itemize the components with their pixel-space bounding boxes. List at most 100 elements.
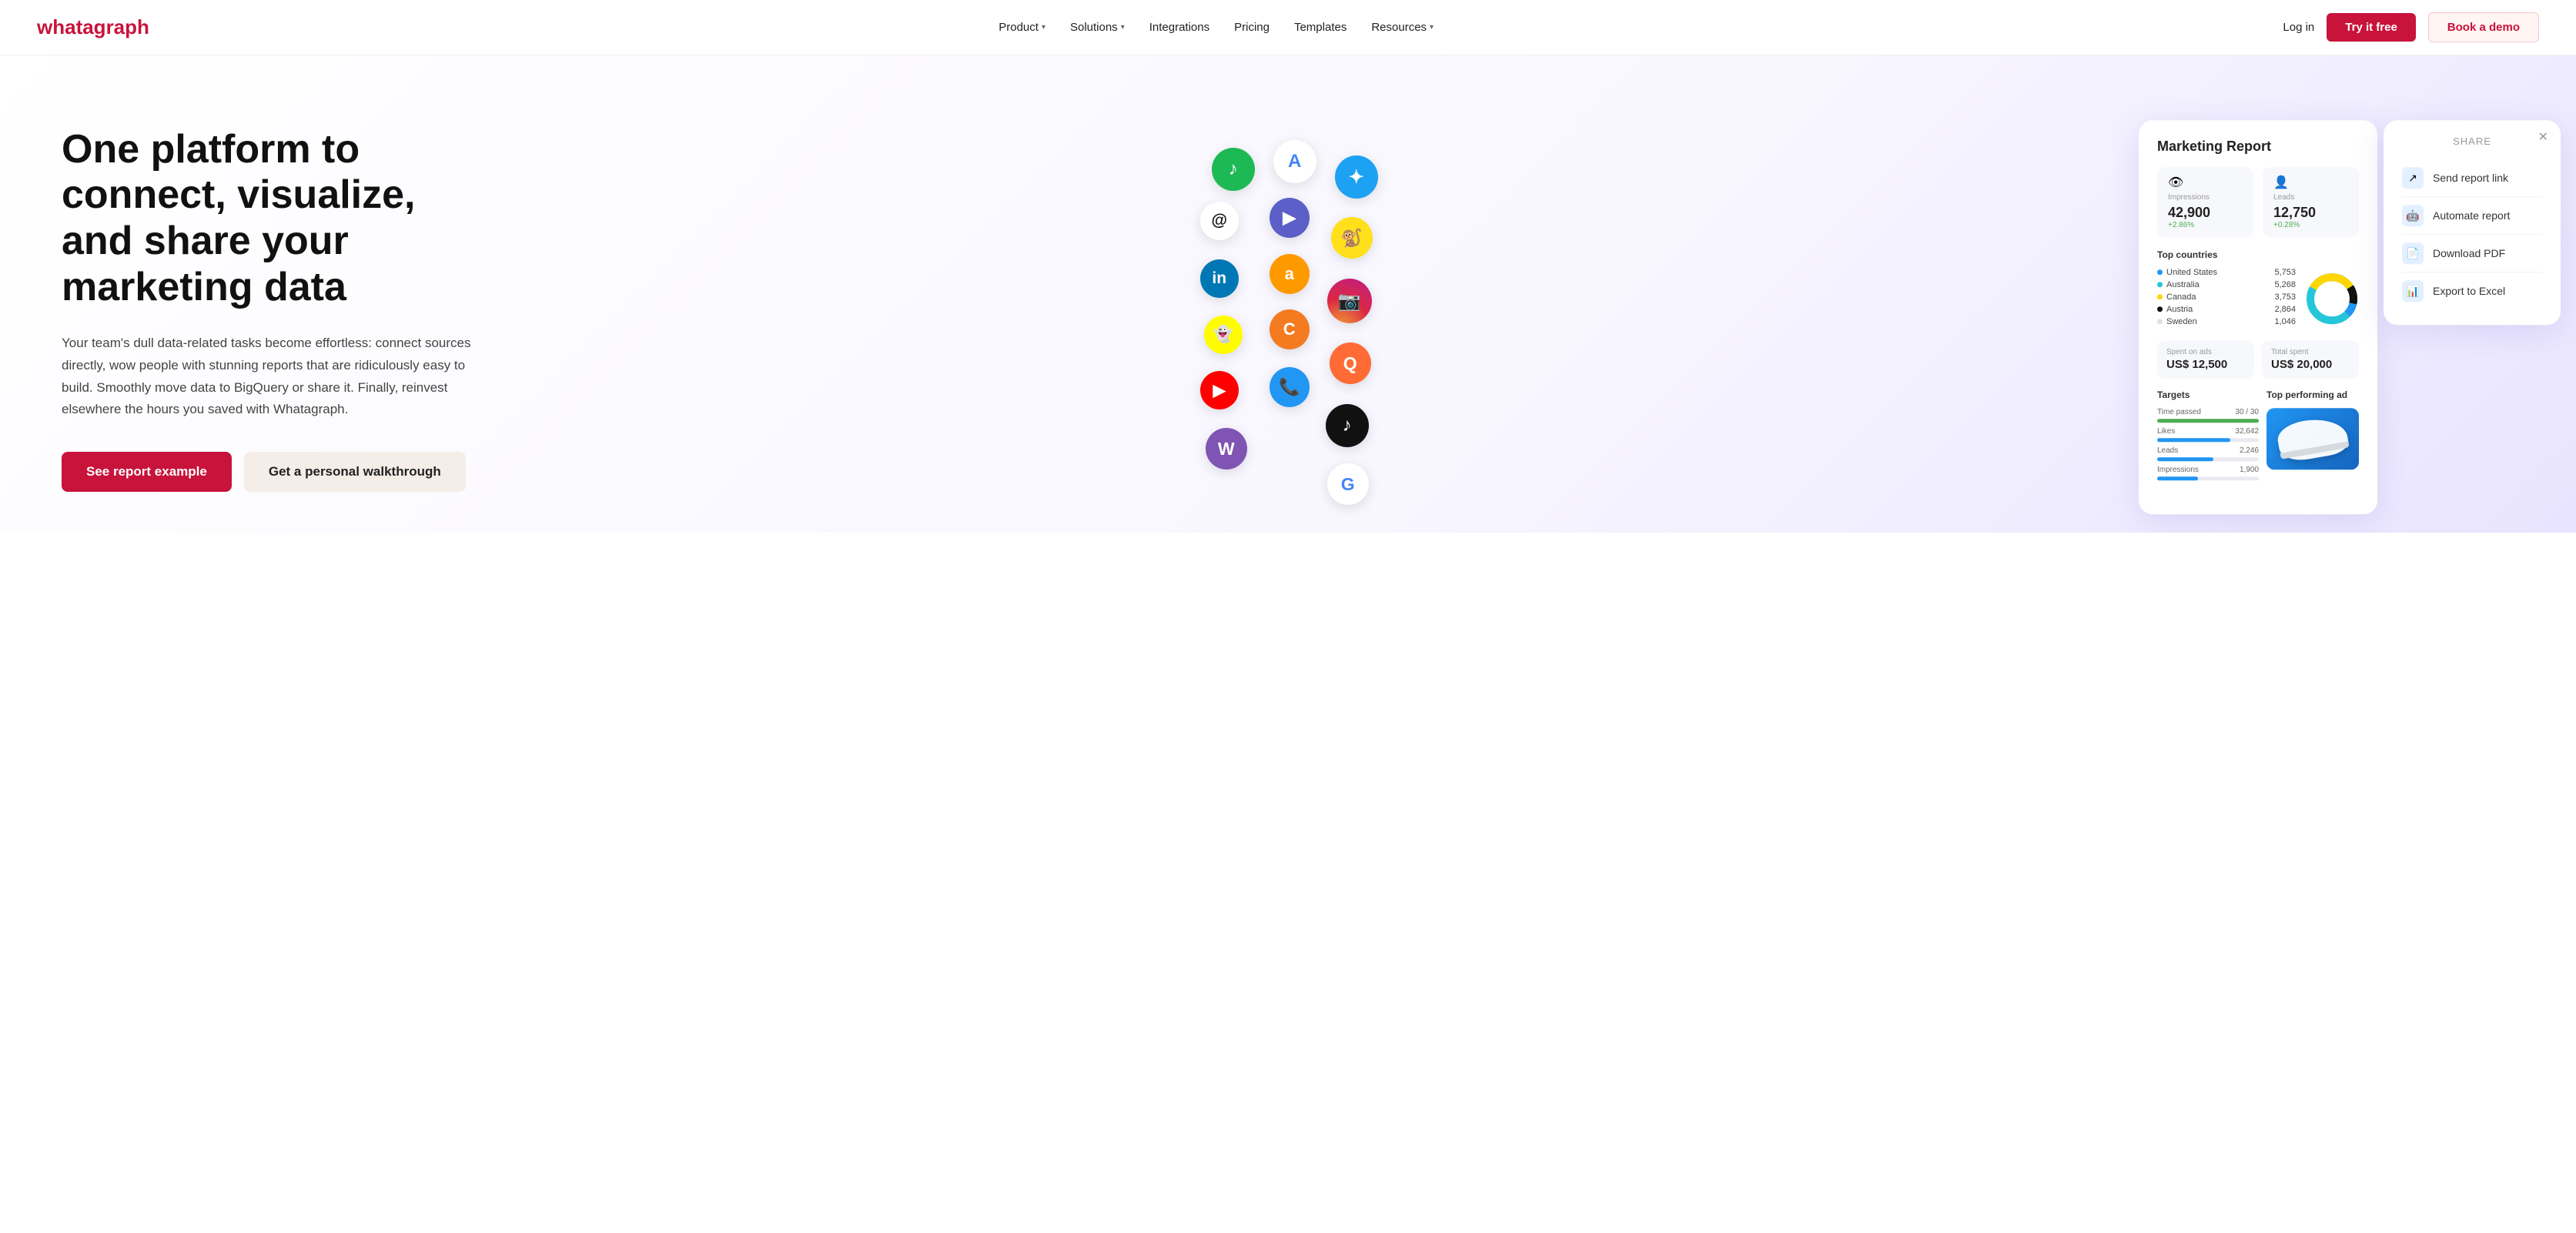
spent-on-ads-value: US$ 12,500	[2166, 358, 2245, 371]
chevron-down-icon: ▾	[1121, 23, 1125, 32]
dashboard-wrapper: Marketing Report 👁 Impressions 42,900 +2…	[2139, 120, 2561, 514]
logo[interactable]: whatagraph	[37, 15, 149, 39]
woocommerce-icon: W	[1206, 428, 1247, 469]
country-item: Australia5,268	[2157, 280, 2296, 289]
target-row: Likes 32,642	[2157, 427, 2259, 442]
google-icon: G	[1327, 463, 1369, 505]
countries-row: United States5,753 Australia5,268 Canada3,…	[2157, 268, 2359, 329]
hero-title: One platform to connect, visualize, and …	[62, 127, 477, 311]
share-item[interactable]: 📊 Export to Excel	[2402, 272, 2542, 309]
mailchimp-icon: 🐒	[1331, 217, 1373, 259]
person-icon: 👤	[2273, 175, 2348, 190]
targets-section: Targets Time passed 30 / 30 Likes 32,642…	[2157, 389, 2259, 485]
push-icon: ▶	[1270, 198, 1310, 238]
semrush-icon: Q	[1330, 342, 1371, 384]
donut-chart	[2305, 272, 2359, 326]
google-ads-icon: A	[1273, 140, 1316, 183]
target-bar-fill	[2157, 457, 2213, 461]
impressions-metric: 👁 Impressions 42,900 +2.86%	[2157, 167, 2253, 237]
login-link[interactable]: Log in	[2283, 21, 2314, 34]
nav-actions: Log in Try it free Book a demo	[2283, 12, 2539, 42]
target-value: 30 / 30	[2235, 408, 2259, 416]
walkthrough-button[interactable]: Get a personal walkthrough	[244, 452, 466, 492]
share-card-wrapper: SHARE ✕ ↗ Send report link 🤖 Automate re…	[2377, 120, 2561, 325]
share-item-label: Export to Excel	[2433, 285, 2505, 297]
eye-icon: 👁	[2168, 175, 2243, 190]
spotify-icon: ♪	[1212, 148, 1255, 191]
target-bar-background	[2157, 419, 2259, 423]
country-item: Sweden1,046	[2157, 317, 2296, 326]
amazon-icon: a	[1270, 254, 1310, 294]
hero-description: Your team's dull data-related tasks beco…	[62, 332, 477, 422]
phone-icon: 📞	[1270, 367, 1310, 407]
metrics-row: 👁 Impressions 42,900 +2.86% 👤 Leads 12,7…	[2157, 167, 2359, 237]
instagram-icon: 📷	[1327, 279, 1372, 323]
target-label: Likes	[2157, 427, 2175, 436]
impressions-value: 42,900	[2168, 205, 2243, 221]
nav-link-pricing[interactable]: Pricing	[1234, 21, 1270, 34]
total-spent-box: Total spent US$ 20,000	[2262, 340, 2359, 379]
share-item-label: Download PDF	[2433, 247, 2505, 259]
country-item: Canada3,753	[2157, 292, 2296, 302]
spent-on-ads-label: Spent on ads	[2166, 348, 2245, 356]
target-row: Impressions 1,900	[2157, 466, 2259, 480]
book-demo-button[interactable]: Book a demo	[2428, 12, 2539, 42]
integration-icons: ♪@in👻▶WA▶aC📞✦🐒📷Q♪G	[1166, 140, 1397, 479]
nav-link-solutions[interactable]: Solutions▾	[1070, 21, 1125, 34]
snapchat-icon: 👻	[1204, 316, 1243, 354]
nav-link-resources[interactable]: Resources▾	[1371, 21, 1434, 34]
criteo-icon: C	[1270, 309, 1310, 349]
chevron-down-icon: ▾	[1430, 23, 1434, 32]
target-label: Impressions	[2157, 466, 2199, 474]
target-bar-background	[2157, 457, 2259, 461]
hero-right: ♪@in👻▶WA▶aC📞✦🐒📷Q♪G Marketing Report 👁 Im…	[1166, 117, 2514, 502]
top-performing-ad: Top performing ad	[2267, 389, 2359, 496]
target-bar-fill	[2157, 476, 2198, 480]
target-bar-fill	[2157, 419, 2259, 423]
share-item[interactable]: ↗ Send report link	[2402, 159, 2542, 197]
navbar: whatagraph Product▾ Solutions▾ Integration…	[0, 0, 2576, 55]
leads-metric: 👤 Leads 12,750 +0.28%	[2263, 167, 2359, 237]
leads-value: 12,750	[2273, 205, 2348, 221]
country-item: United States5,753	[2157, 268, 2296, 277]
target-bar-background	[2157, 438, 2259, 442]
country-item: Austria2,864	[2157, 305, 2296, 314]
hero-left: One platform to connect, visualize, and …	[62, 127, 477, 493]
spent-on-ads-box: Spent on ads US$ 12,500	[2157, 340, 2254, 379]
share-title: SHARE	[2402, 135, 2542, 147]
target-value: 1,900	[2240, 466, 2259, 474]
top-ad-label: Top performing ad	[2267, 389, 2359, 400]
spent-row: Spent on ads US$ 12,500 Total spent US$ …	[2157, 340, 2359, 379]
nav-links: Product▾ Solutions▾ Integrations Pricing Tem…	[999, 21, 1434, 34]
top-ad-image	[2267, 408, 2359, 469]
target-label: Leads	[2157, 446, 2178, 455]
target-bar-fill	[2157, 438, 2230, 442]
hero-buttons: See report example Get a personal walkth…	[62, 452, 477, 492]
target-value: 2,246	[2240, 446, 2259, 455]
target-row: Time passed 30 / 30	[2157, 408, 2259, 423]
target-bar-background	[2157, 476, 2259, 480]
nav-link-product[interactable]: Product▾	[999, 21, 1045, 34]
chevron-down-icon: ▾	[1042, 23, 1045, 32]
nav-link-templates[interactable]: Templates	[1294, 21, 1347, 34]
share-item-icon: ↗	[2402, 167, 2424, 189]
share-item[interactable]: 🤖 Automate report	[2402, 197, 2542, 235]
see-report-button[interactable]: See report example	[62, 452, 232, 492]
target-label: Time passed	[2157, 408, 2201, 416]
youtube-icon: ▶	[1200, 371, 1239, 409]
impressions-change: +2.86%	[2168, 221, 2243, 229]
share-card: SHARE ✕ ↗ Send report link 🤖 Automate re…	[2384, 120, 2561, 325]
total-spent-value: US$ 20,000	[2271, 358, 2350, 371]
linkedin-icon: in	[1200, 259, 1239, 298]
share-item-label: Send report link	[2433, 172, 2508, 184]
close-icon[interactable]: ✕	[2538, 129, 2548, 145]
try-free-button[interactable]: Try it free	[2327, 13, 2416, 42]
total-spent-label: Total spent	[2271, 348, 2350, 356]
targets-title: Targets	[2157, 389, 2259, 400]
share-item[interactable]: 📄 Download PDF	[2402, 235, 2542, 272]
countries-section-title: Top countries	[2157, 249, 2359, 260]
nav-link-integrations[interactable]: Integrations	[1149, 21, 1209, 34]
countries-list: United States5,753 Australia5,268 Canada3,…	[2157, 268, 2296, 329]
targets-list: Time passed 30 / 30 Likes 32,642 Leads 2…	[2157, 408, 2259, 480]
leads-change: +0.28%	[2273, 221, 2348, 229]
